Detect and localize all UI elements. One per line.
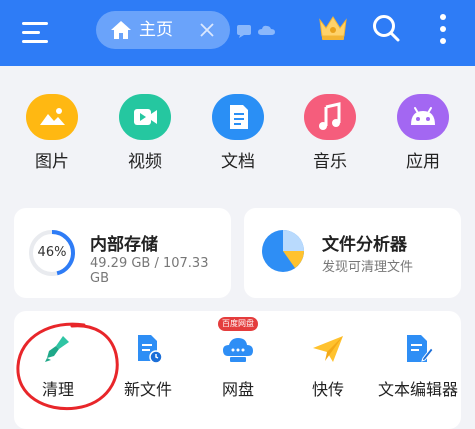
category-label: 文档: [221, 152, 255, 172]
home-icon: [111, 21, 131, 39]
category-label: 视频: [128, 152, 162, 172]
music-icon: [304, 94, 356, 140]
red-circle-annotation: [16, 322, 119, 411]
top-bar: 主页: [0, 0, 475, 66]
tab-overflow-icon[interactable]: [236, 22, 280, 38]
analyzer-title: 文件分析器: [322, 235, 407, 255]
tool-label: 网盘: [221, 380, 254, 399]
image-icon: [26, 94, 78, 140]
storage-usage: 49.29 GB / 107.33 GB: [90, 256, 209, 286]
internal-storage-card[interactable]: 46% 内部存储 49.29 GB / 107.33 GB: [14, 208, 231, 298]
pie-chart-icon: [262, 230, 304, 272]
tool-label: 文本编辑器: [377, 380, 458, 399]
close-icon[interactable]: [198, 21, 216, 39]
tab-label: 主页: [139, 20, 173, 40]
text-editor-icon: [407, 335, 434, 362]
tool-quick-transfer[interactable]: 快传: [308, 334, 348, 400]
category-music[interactable]: 音乐: [300, 94, 360, 172]
category-documents[interactable]: 文档: [208, 94, 268, 172]
tool-label: 快传: [311, 380, 344, 399]
category-videos[interactable]: 视频: [115, 94, 175, 172]
category-images[interactable]: 图片: [22, 94, 82, 172]
analyzer-subtitle: 发现可清理文件: [322, 260, 414, 275]
search-icon[interactable]: [371, 13, 401, 43]
storage-title: 内部存储: [90, 235, 158, 255]
video-icon: [119, 94, 171, 140]
tool-text-editor[interactable]: 文本编辑器: [377, 334, 459, 400]
menu-icon[interactable]: [22, 18, 50, 46]
category-label: 应用: [406, 152, 440, 172]
cloud-disk-icon: [223, 338, 253, 362]
file-analyzer-card[interactable]: 文件分析器 发现可清理文件: [244, 208, 461, 298]
category-label: 音乐: [313, 152, 347, 172]
new-file-icon: [138, 335, 163, 364]
tab-home[interactable]: 主页: [96, 11, 230, 49]
tool-label: 新文件: [123, 380, 172, 399]
tool-netdisk[interactable]: 网盘: [218, 334, 258, 400]
category-apps[interactable]: 应用: [393, 94, 453, 172]
category-label: 图片: [35, 152, 69, 172]
tool-new-files[interactable]: 新文件: [120, 334, 176, 400]
more-vertical-icon[interactable]: [436, 13, 450, 45]
paper-plane-icon: [313, 336, 343, 362]
android-icon: [397, 94, 449, 140]
storage-percent: 46%: [37, 245, 67, 260]
document-icon: [212, 94, 264, 140]
baidu-netdisk-badge: 百度网盘: [218, 317, 258, 331]
crown-icon[interactable]: [318, 14, 348, 42]
